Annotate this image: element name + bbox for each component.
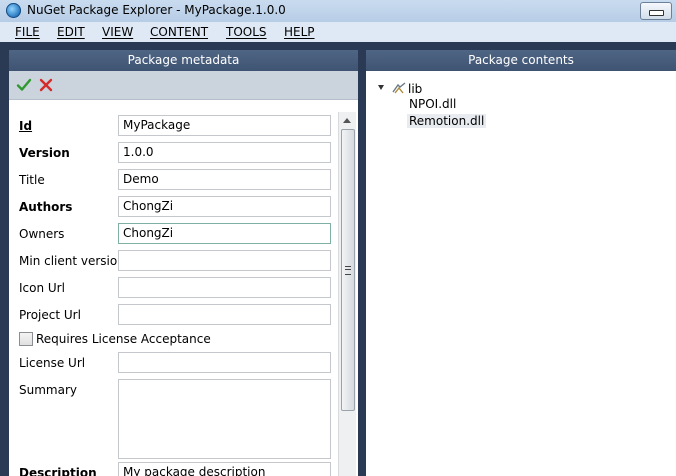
id-label: Id [19,119,33,133]
summary-label: Summary [19,383,77,397]
menu-help[interactable]: HELP [284,25,315,39]
version-label: Version [19,146,70,160]
scroll-thumb[interactable] [341,129,355,411]
license-url-label: License Url [19,356,86,370]
package-contents-panel: Package contents lib NPOI.dll Remotion.d… [366,50,676,476]
app-window: NuGet Package Explorer - MyPackage.1.0.0… [0,0,676,476]
tree-file-remotion[interactable]: Remotion.dll [407,114,487,128]
authors-input[interactable]: ChongZi [118,196,331,217]
menu-edit[interactable]: EDIT [57,25,85,39]
id-input[interactable]: MyPackage [118,115,331,136]
tree-folder-lib[interactable]: lib [408,82,422,96]
version-input[interactable]: 1.0.0 [118,142,331,163]
project-url-label: Project Url [19,308,81,322]
icon-url-input[interactable] [118,277,331,298]
minimize-button[interactable] [640,2,672,20]
contents-panel-header: Package contents [366,50,676,71]
description-label: Description [19,466,97,476]
package-metadata-panel: Package metadata Id MyPackage Version 1.… [9,50,358,476]
title-bar: NuGet Package Explorer - MyPackage.1.0.0 [0,0,676,23]
menu-file[interactable]: FILE [15,25,40,39]
title-input[interactable]: Demo [118,169,331,190]
menu-view[interactable]: VIEW [102,25,133,39]
min-client-version-input[interactable] [118,250,331,271]
summary-textarea[interactable] [118,379,331,459]
metadata-scrollbar[interactable] [338,112,356,476]
panel-splitter[interactable] [358,42,366,476]
tree-file-npoi[interactable]: NPOI.dll [409,97,456,111]
min-client-version-label: Min client version [19,254,125,268]
owners-input[interactable]: ChongZi [118,223,331,244]
owners-label: Owners [19,227,65,241]
menu-bar: FILE EDIT VIEW CONTENT TOOLS HELP [0,22,676,42]
cancel-x-icon[interactable] [37,76,55,94]
icon-url-label: Icon Url [19,281,65,295]
scroll-up-arrow-icon[interactable] [343,118,351,123]
scroll-grip-icon [345,266,351,275]
window-title: NuGet Package Explorer - MyPackage.1.0.0 [27,3,286,17]
license-url-input[interactable] [118,352,331,373]
metadata-panel-header: Package metadata [9,50,358,71]
accept-check-icon[interactable] [15,76,33,94]
license-acceptance-label[interactable]: Requires License Acceptance [36,332,211,346]
license-acceptance-checkbox[interactable] [19,332,33,346]
authors-label: Authors [19,200,73,214]
nuget-app-icon [6,3,21,18]
menu-content[interactable]: CONTENT [150,25,208,39]
project-url-input[interactable] [118,304,331,325]
minimize-icon [649,10,664,16]
tree-expand-arrow-icon[interactable] [378,85,384,90]
menu-tools[interactable]: TOOLS [226,25,267,39]
metadata-toolbar [9,71,358,100]
title-label: Title [19,173,45,187]
lib-folder-icon [392,82,406,94]
description-input[interactable]: My package description [118,462,331,476]
